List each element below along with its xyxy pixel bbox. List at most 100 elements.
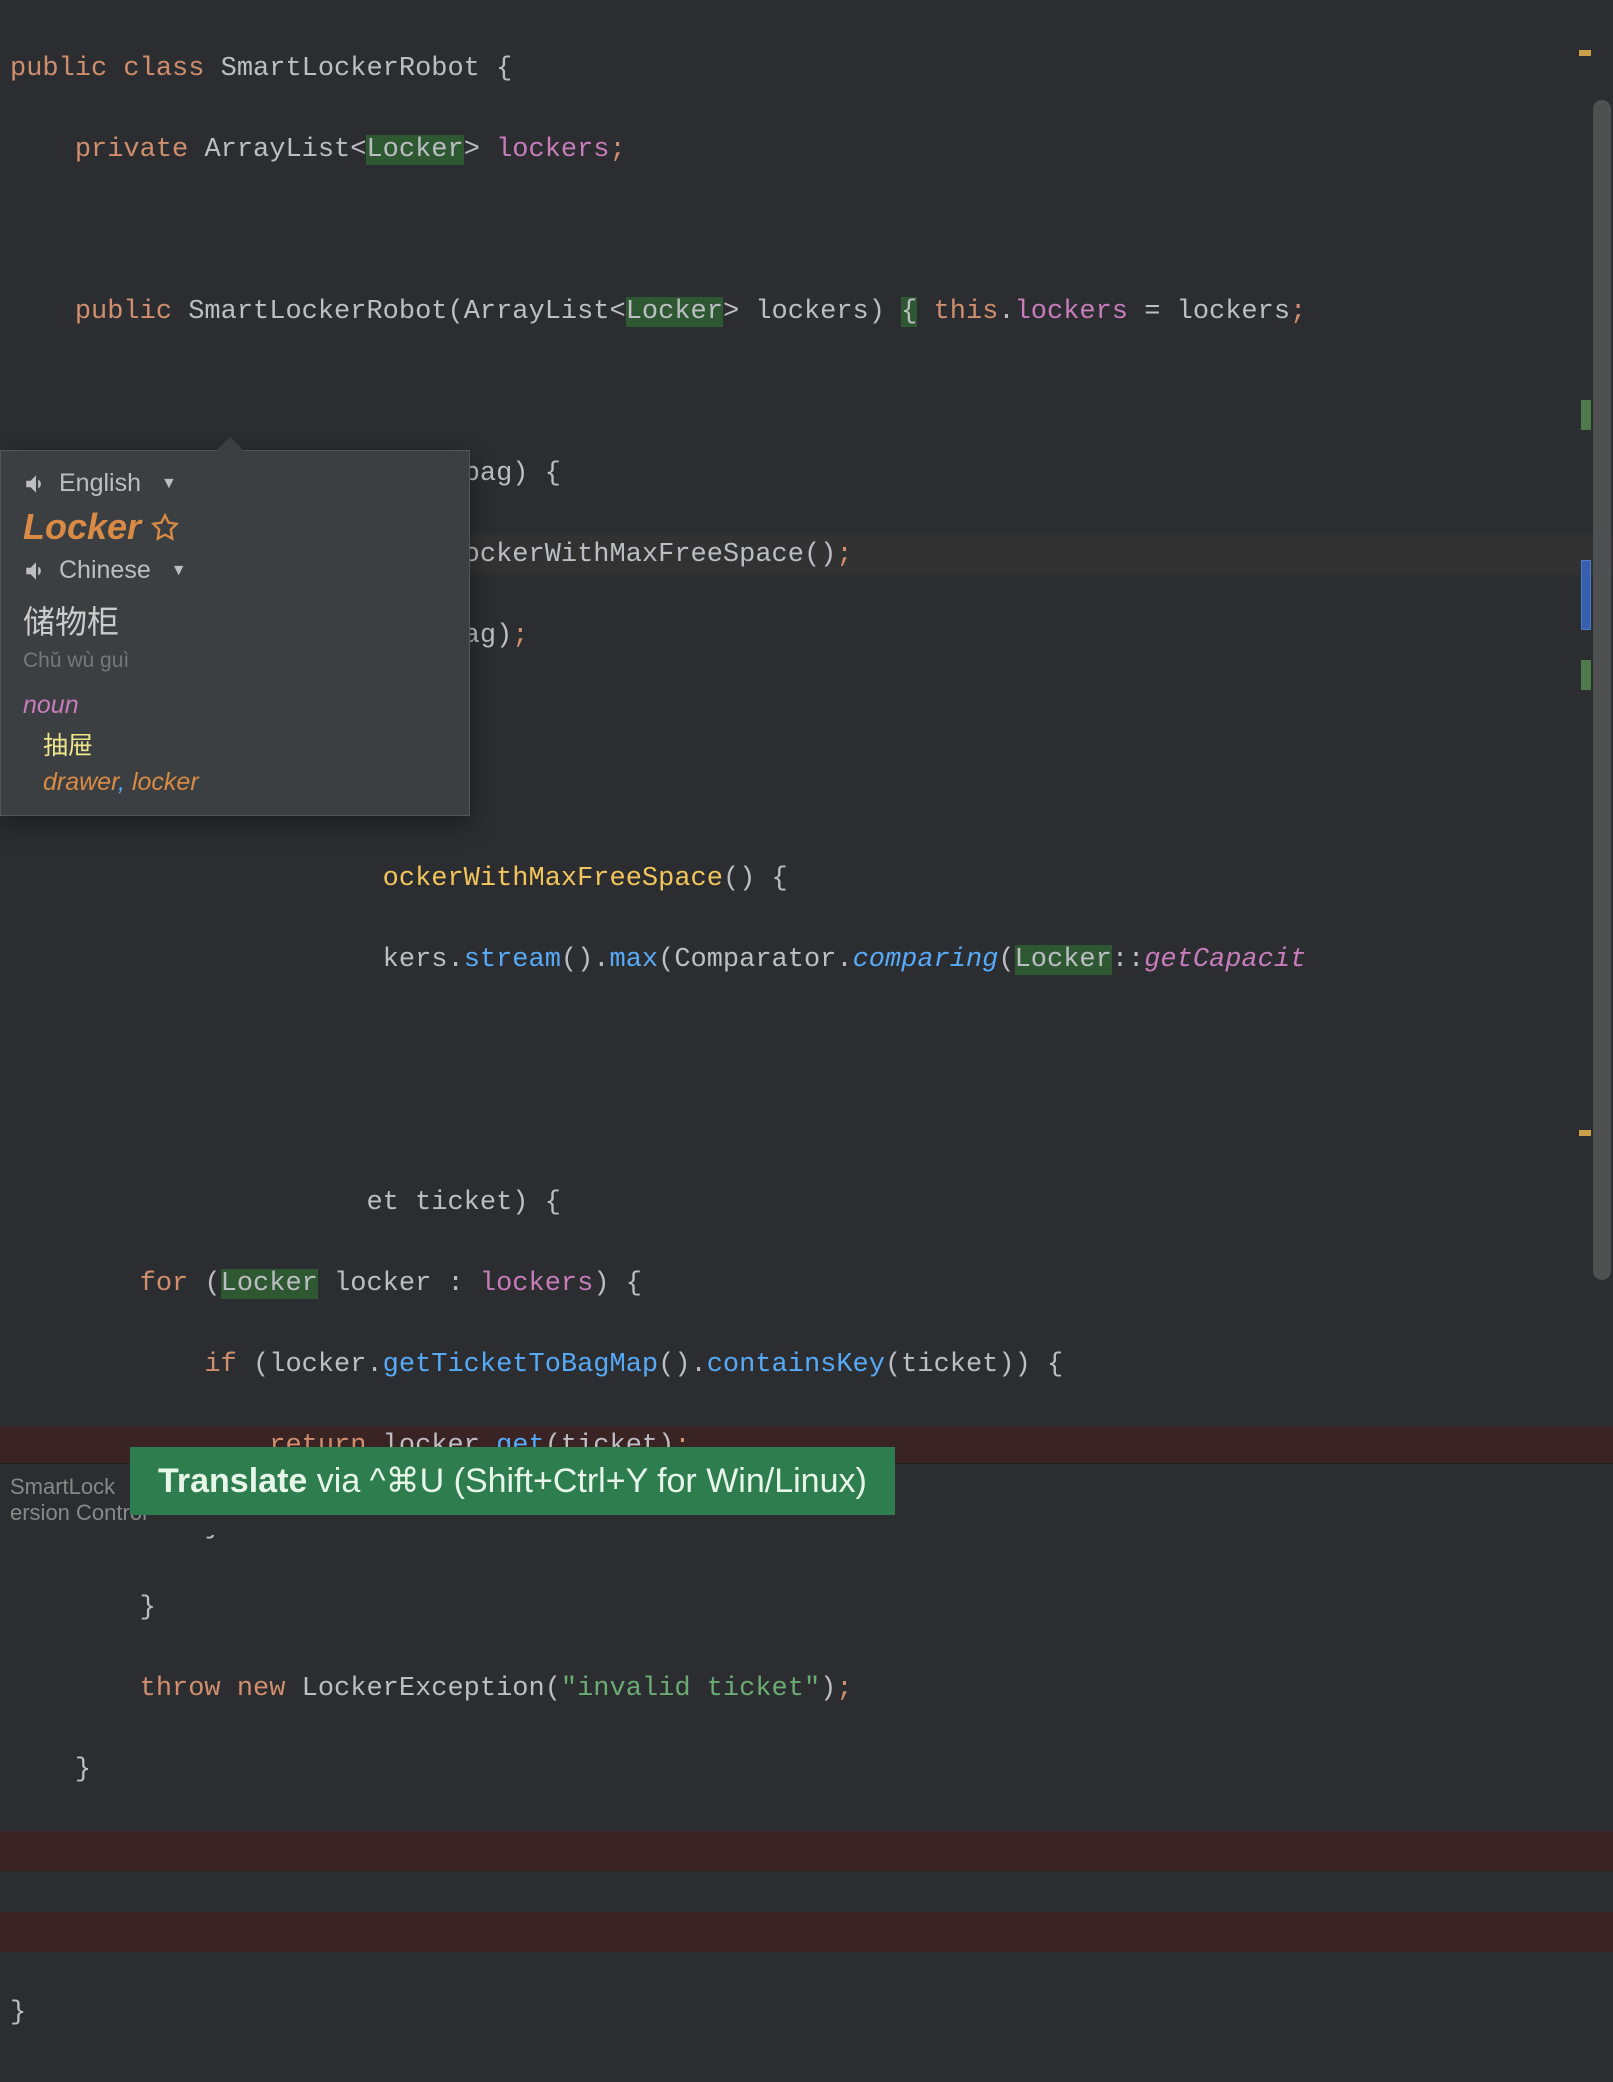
gutter-marker-warning[interactable] [1579,1130,1591,1136]
brace: { [1031,1350,1063,1380]
paren: (). [561,945,610,975]
brace: { [755,864,787,894]
keyword-for: for [140,1269,189,1299]
code-line[interactable]: et ticket) { [0,1183,1613,1224]
field-lockers: lockers [480,1269,593,1299]
code-line-blank[interactable] [0,373,1613,414]
exception-type: LockerException [285,1674,544,1704]
target-language[interactable]: Chinese ▼ [59,556,187,585]
paren: (). [658,1350,707,1380]
type: ArrayList< [204,135,366,165]
synonym-1: drawer [43,768,118,796]
paren: ( [998,945,1014,975]
semicolon: ; [610,135,626,165]
method-comparing: comparing [853,945,999,975]
breadcrumb[interactable]: SmartLock ersion Control [0,1474,147,1526]
code-line-blank[interactable] [0,1831,1613,1872]
breadcrumb-file[interactable]: SmartLock [10,1474,147,1500]
param: lockers [755,297,868,327]
code-line-blank[interactable] [0,1021,1613,1062]
paren: ) [512,1188,528,1218]
semicolon: ; [1290,297,1306,327]
code-line[interactable]: if (locker.getTicketToBagMap().containsK… [0,1345,1613,1386]
code-line[interactable]: } [0,1993,1613,2034]
paren: ( [188,1269,220,1299]
keyword-private: private [75,135,188,165]
dot: . [998,297,1014,327]
code-editor[interactable]: public class SmartLockerRobot { private … [0,0,1613,2082]
breadcrumb-panel[interactable]: ersion Control [10,1500,147,1526]
paren: ) [512,459,528,489]
param: bag [464,459,513,489]
arg: ticket [901,1350,998,1380]
type-locker: Locker [366,135,463,165]
param: ticket [415,1188,512,1218]
brace: } [10,1998,26,2028]
paren: ) [869,297,885,327]
type: > [464,135,480,165]
brace: } [75,1755,91,1785]
scrollbar-thumb[interactable] [1593,100,1611,1280]
code-line-blank[interactable] [0,211,1613,252]
class-name: SmartLockerRobot [221,54,480,84]
target-language-row[interactable]: Chinese ▼ [23,556,447,585]
ctor-name: SmartLockerRobot [188,297,447,327]
code-line[interactable]: public SmartLockerRobot(ArrayList<Locker… [0,292,1613,333]
code-line[interactable]: } [0,1750,1613,1791]
brace: { [610,1269,642,1299]
translate-hint-banner[interactable]: Translate via ^⌘U (Shift+Ctrl+Y for Win/… [130,1447,895,1515]
paren: )) [998,1350,1030,1380]
definition: 抽屉 [43,726,447,762]
keyword-class: class [123,54,204,84]
type-locker: Locker [1015,945,1112,975]
var: locker : [318,1269,480,1299]
code-line[interactable]: private ArrayList<Locker> lockers; [0,130,1613,171]
brace: { [901,297,917,327]
target-lang-label: Chinese [59,556,151,585]
method-stream: stream [464,945,561,975]
code-line[interactable]: throw new LockerException("invalid ticke… [0,1669,1613,1710]
code-line-blank[interactable] [0,1102,1613,1143]
code-line[interactable]: public class SmartLockerRobot { [0,49,1613,90]
code-line-blank[interactable] [0,1912,1613,1953]
gutter-marker-vcs[interactable] [1581,660,1591,690]
method-call: getTicketToBagMap [383,1350,658,1380]
keyword-new: new [221,1674,286,1704]
banner-text: via ^⌘U (Shift+Ctrl+Y for Win/Linux) [307,1462,867,1500]
translated-word: Locker [23,506,141,548]
translation-popup[interactable]: English ▼ Locker Chinese ▼ 储物柜 Chǔ wù gu… [0,450,470,816]
code-line[interactable]: ockerWithMaxFreeSpace() { [0,859,1613,900]
gutter-marker-warning[interactable] [1579,50,1591,56]
expr-partial: kers. [383,945,464,975]
code-line[interactable]: } [0,1588,1613,1629]
type: > [723,297,739,327]
source-language[interactable]: English ▼ [59,469,177,498]
method-call: containsKey [707,1350,885,1380]
brace: } [140,1593,156,1623]
speaker-icon[interactable] [23,471,49,497]
source-language-row[interactable]: English ▼ [23,469,447,498]
source-lang-label: English [59,469,141,498]
paren: (locker. [237,1350,383,1380]
star-icon[interactable] [151,513,179,541]
eq: = [1128,297,1177,327]
type-locker: Locker [626,297,723,327]
gutter-marker-selection[interactable] [1581,560,1591,630]
code-line[interactable]: for (Locker locker : lockers) { [0,1264,1613,1305]
method-name-partial: ockerWithMaxFreeSpace [383,864,723,894]
code-line[interactable]: kers.stream().max(Comparator.comparing(L… [0,940,1613,981]
paren: ) [593,1269,609,1299]
chevron-down-icon: ▼ [161,475,177,493]
method-ref: getCapacit [1144,945,1306,975]
gutter-marker-vcs[interactable] [1581,400,1591,430]
paren: ) [820,1674,836,1704]
paren: (Comparator. [658,945,852,975]
type: ArrayList< [464,297,626,327]
speaker-icon[interactable] [23,558,49,584]
method-max: max [610,945,659,975]
brace: { [545,459,561,489]
param: lockers [1177,297,1290,327]
keyword-if: if [204,1350,236,1380]
keyword-public: public [75,297,172,327]
semicolon: ; [836,1674,852,1704]
